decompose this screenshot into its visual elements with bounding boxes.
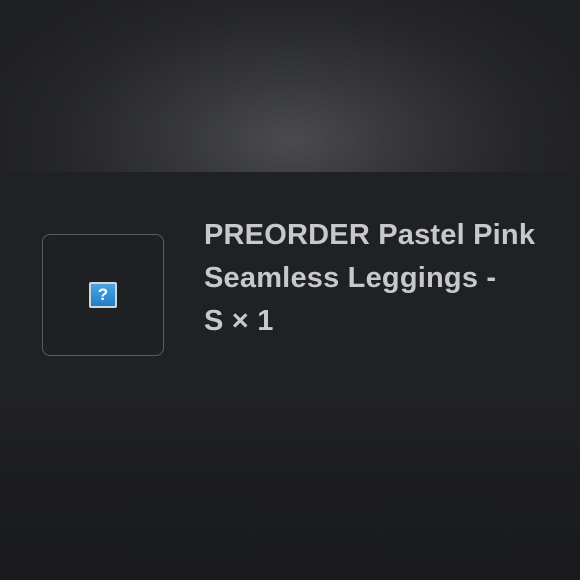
footer-backdrop bbox=[0, 407, 580, 580]
broken-image-icon: ? bbox=[89, 282, 117, 308]
product-title-line-1: PREORDER Pastel Pink bbox=[204, 219, 536, 251]
product-title-line-2: Seamless Leggings - bbox=[204, 262, 497, 294]
product-title: PREORDER Pastel Pink Seamless Leggings -… bbox=[204, 214, 564, 343]
order-item-row[interactable]: ? PREORDER Pastel Pink Seamless Leggings… bbox=[0, 172, 580, 407]
header-backdrop bbox=[0, 0, 580, 172]
product-variant-quantity: S × 1 bbox=[204, 305, 274, 337]
product-thumbnail[interactable]: ? bbox=[42, 234, 164, 356]
